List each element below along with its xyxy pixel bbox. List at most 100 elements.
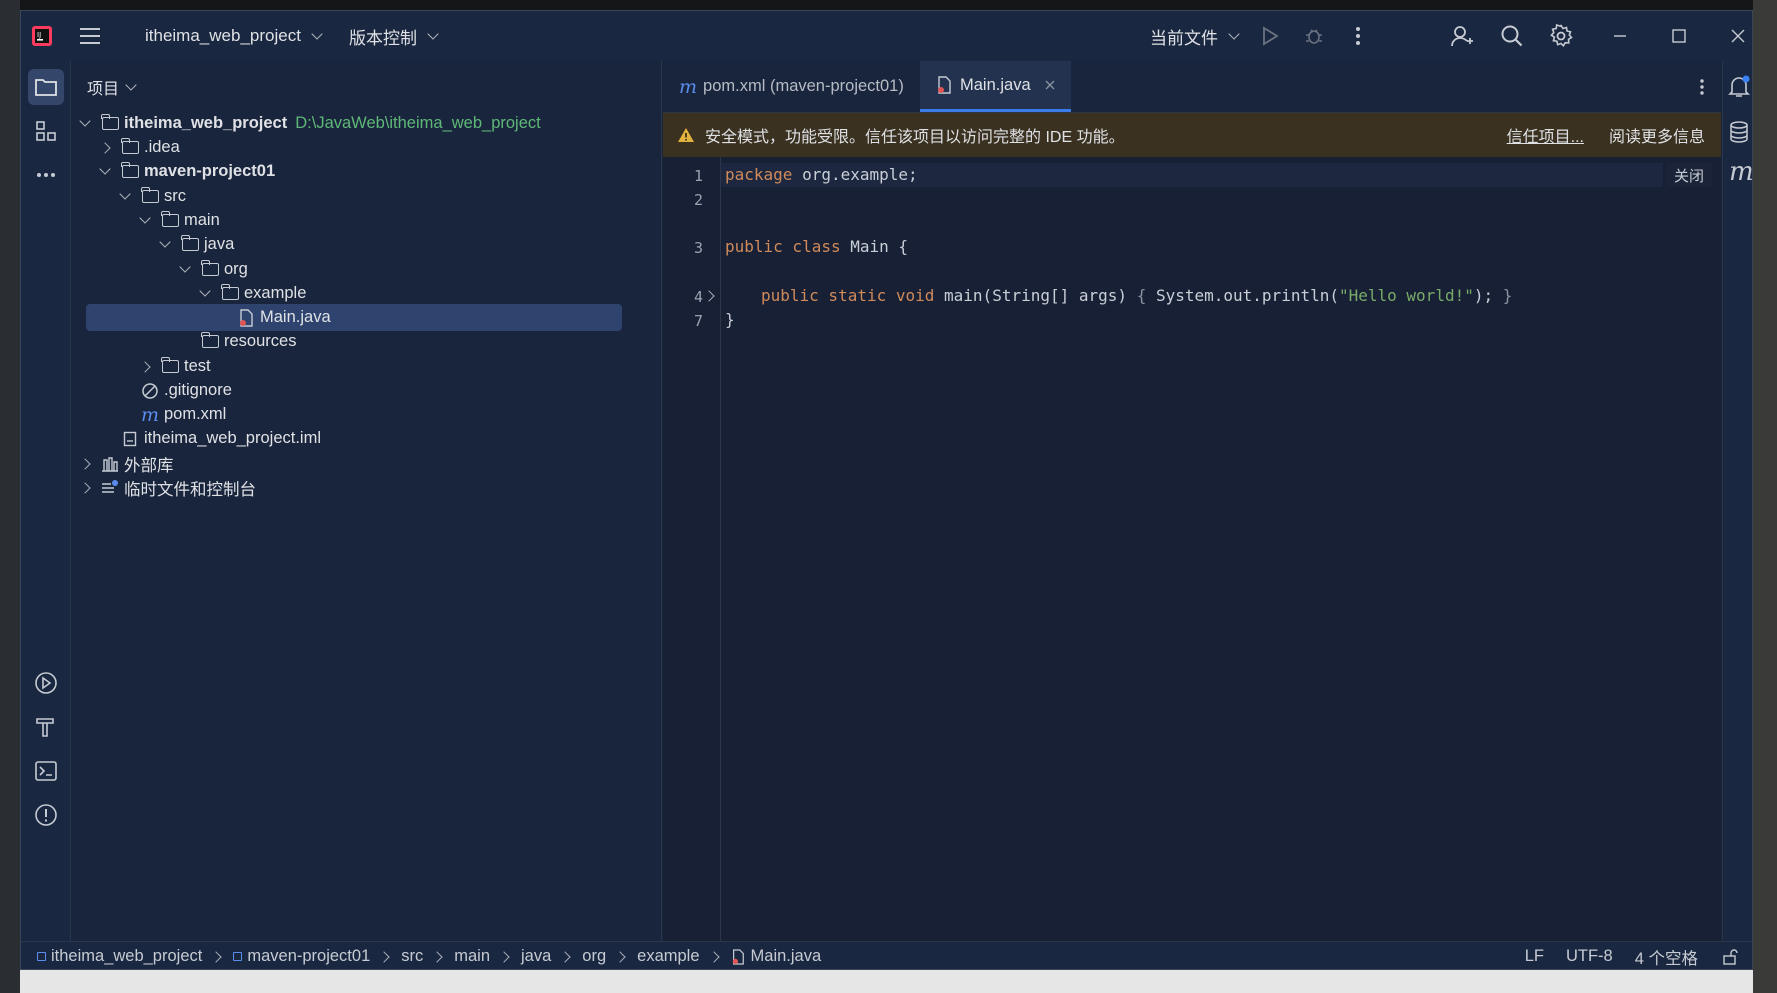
tree-item-scratches[interactable]: 临时文件和控制台 [78, 474, 256, 501]
resources-folder-icon [200, 331, 220, 351]
breadcrumb-item[interactable]: maven-project01 [233, 947, 401, 966]
module-folder-icon [100, 113, 120, 133]
status-bar: itheima_web_project maven-project01 src … [21, 941, 1752, 969]
tree-item-example[interactable]: example [198, 280, 306, 307]
breadcrumb-item[interactable]: src [401, 947, 454, 966]
main-menu-icon[interactable] [75, 21, 105, 51]
minimize-icon[interactable] [1605, 21, 1635, 51]
tree-item-main-java[interactable]: Main.java [86, 304, 622, 331]
tree-item-main[interactable]: main [138, 207, 220, 234]
services-tool-icon[interactable] [28, 665, 64, 701]
tree-root-itheima-web-project[interactable]: itheima_web_project D:\JavaWeb\itheima_w… [78, 110, 541, 137]
encoding-indicator[interactable]: UTF-8 [1566, 947, 1613, 966]
project-switcher[interactable]: itheima_web_project [145, 11, 323, 61]
settings-gear-icon[interactable] [1546, 21, 1576, 51]
left-tool-strip [21, 61, 71, 941]
java-file-icon [936, 76, 952, 94]
line-separator-indicator[interactable]: LF [1525, 947, 1544, 966]
code-line-7: } [725, 310, 735, 329]
breadcrumb-item[interactable]: org [582, 947, 637, 966]
tree-item-gitignore[interactable]: .gitignore [118, 377, 232, 404]
chevron-right-icon [498, 950, 510, 963]
chevron-right-icon [139, 360, 151, 373]
close-window-icon[interactable] [1723, 21, 1752, 51]
terminal-icon[interactable] [28, 753, 64, 789]
close-tab-icon[interactable] [1045, 80, 1055, 90]
line-number: 1 [693, 167, 703, 185]
search-icon[interactable] [1497, 21, 1527, 51]
project-panel-header[interactable]: 项目 [72, 61, 661, 113]
tree-item-maven-project01[interactable]: maven-project01 [98, 158, 275, 185]
tree-item-external-libraries[interactable]: 外部库 [78, 450, 174, 477]
maven-icon: m [679, 75, 698, 98]
indent-indicator[interactable]: 4 个空格 [1635, 945, 1698, 969]
tree-item-test[interactable]: test [138, 353, 211, 380]
tab-options-icon[interactable] [1699, 61, 1721, 112]
tree-label: .idea [144, 138, 180, 156]
ignore-file-icon [140, 382, 160, 400]
tab-pom-xml[interactable]: m pom.xml (maven-project01) [663, 61, 920, 112]
chevron-right-icon [79, 481, 91, 494]
tree-item-pom-xml[interactable]: m pom.xml [118, 401, 226, 428]
chevron-down-icon [311, 27, 323, 40]
lock-icon[interactable] [1722, 948, 1738, 965]
more-tools-icon[interactable] [28, 157, 64, 193]
tree-item-resources[interactable]: resources [178, 328, 296, 355]
build-hammer-icon[interactable] [28, 709, 64, 745]
folder-icon [140, 186, 160, 206]
code-editor[interactable]: 1 2 3 4 7 package org.example; public cl… [663, 157, 1721, 941]
maven-tool-icon[interactable]: m [1729, 157, 1752, 187]
vcs-menu[interactable]: 版本控制 [349, 11, 439, 61]
tree-label: .gitignore [164, 381, 232, 399]
run-icon[interactable] [1255, 21, 1285, 51]
debug-icon[interactable] [1299, 21, 1329, 51]
project-panel: 项目 itheima_web_project D:\JavaWeb\itheim… [72, 61, 662, 941]
structure-tool-icon[interactable] [28, 113, 64, 149]
java-file-icon [236, 308, 256, 327]
close-banner-button[interactable]: 关闭 [1666, 163, 1712, 187]
editor-area: m pom.xml (maven-project01) Main.java 安全… [663, 61, 1721, 941]
project-tool-icon[interactable] [28, 69, 64, 105]
tree-label: itheima_web_project [124, 114, 288, 132]
chevron-down-icon [427, 27, 439, 40]
tab-main-java[interactable]: Main.java [920, 61, 1071, 112]
fold-chevron-icon[interactable] [703, 290, 715, 302]
banner-message: 安全模式，功能受限。信任该项目以访问完整的 IDE 功能。 [705, 129, 1125, 146]
tree-item-src[interactable]: src [118, 183, 186, 210]
breadcrumb-item[interactable]: Main.java [731, 947, 821, 966]
add-user-icon[interactable] [1447, 21, 1477, 51]
run-config-label: 当前文件 [1150, 28, 1218, 48]
maven-icon: m [140, 403, 160, 426]
more-actions-icon[interactable] [1343, 21, 1373, 51]
read-more-link[interactable]: 阅读更多信息 [1609, 123, 1705, 147]
run-config-selector[interactable]: 当前文件 [1150, 11, 1240, 61]
package-icon [220, 283, 240, 303]
notifications-bell-icon[interactable] [1728, 75, 1750, 104]
chevron-down-icon [1228, 27, 1240, 40]
breadcrumb-item[interactable]: main [454, 947, 521, 966]
tree-item-java[interactable]: java [158, 231, 234, 258]
chevron-down-icon [159, 236, 171, 248]
tree-label: example [244, 284, 307, 302]
breadcrumb-item[interactable]: example [637, 947, 730, 966]
tree-item-org[interactable]: org [178, 256, 248, 283]
chevron-right-icon [79, 457, 91, 470]
line-gutter: 1 2 3 4 7 [663, 157, 721, 941]
database-icon[interactable] [1729, 121, 1749, 148]
problems-icon[interactable] [28, 797, 64, 833]
tab-label: pom.xml (maven-project01) [703, 77, 904, 95]
chevron-down-icon [79, 115, 91, 127]
maximize-icon[interactable] [1664, 21, 1694, 51]
warning-icon [677, 127, 695, 143]
breadcrumb-item[interactable]: itheima_web_project [37, 947, 233, 966]
tree-item-iml[interactable]: itheima_web_project.iml [98, 425, 321, 452]
svg-text:IJ: IJ [37, 31, 41, 39]
breadcrumb-item[interactable]: java [521, 947, 582, 966]
line-number: 7 [693, 312, 703, 330]
title-bar: IJ itheima_web_project 版本控制 当前文件 [21, 11, 1752, 61]
tree-label: java [204, 235, 235, 253]
tree-label: itheima_web_project.iml [144, 429, 321, 447]
tree-item-idea[interactable]: .idea [98, 134, 180, 161]
trust-project-link[interactable]: 信任项目... [1507, 123, 1584, 147]
chevron-down-icon [119, 188, 131, 200]
